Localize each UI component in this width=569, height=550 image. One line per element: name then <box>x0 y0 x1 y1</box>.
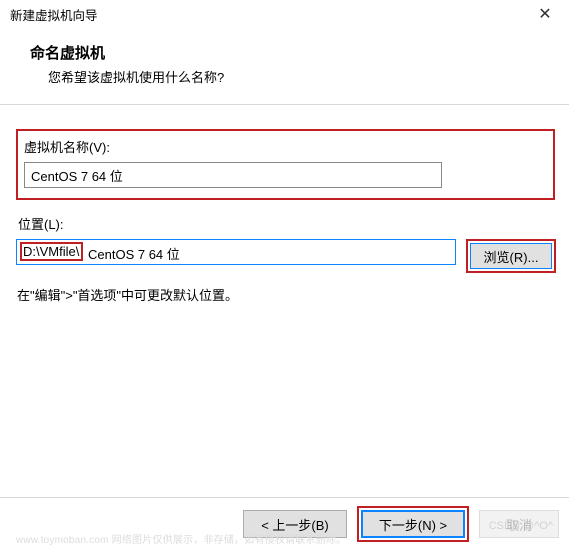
close-icon: ✕ <box>538 4 551 24</box>
wizard-header: 命名虚拟机 您希望该虚拟机使用什么名称? <box>0 28 569 104</box>
next-button[interactable]: 下一步(N) > <box>361 510 465 538</box>
window-title: 新建虚拟机向导 <box>10 5 98 24</box>
vm-name-group: 虚拟机名称(V): <box>16 129 555 200</box>
watermark-right: CSDN @^O^ <box>489 520 553 532</box>
vm-name-label: 虚拟机名称(V): <box>24 137 547 156</box>
vm-name-input[interactable] <box>24 162 442 188</box>
location-row: D:\VMfile\ CentOS 7 64 位 浏览(R)... <box>16 239 555 273</box>
next-highlight: 下一步(N) > <box>357 506 469 542</box>
watermark-left: www.toymoban.com 网络图片仅供展示，非存储，如有侵权请联系删除。 <box>16 531 346 546</box>
location-label: 位置(L): <box>16 214 555 233</box>
location-input[interactable] <box>16 239 456 265</box>
browse-button[interactable]: 浏览(R)... <box>470 243 552 269</box>
page-subtitle: 您希望该虚拟机使用什么名称? <box>30 67 569 86</box>
location-hint: 在"编辑">"首选项"中可更改默认位置。 <box>16 285 555 304</box>
location-input-wrapper: D:\VMfile\ CentOS 7 64 位 <box>16 239 456 273</box>
close-button[interactable]: ✕ <box>529 4 561 24</box>
browse-highlight: 浏览(R)... <box>466 239 556 273</box>
page-heading: 命名虚拟机 <box>30 42 569 63</box>
title-bar: 新建虚拟机向导 ✕ <box>0 0 569 28</box>
wizard-body: 虚拟机名称(V): 位置(L): D:\VMfile\ CentOS 7 64 … <box>0 105 569 304</box>
